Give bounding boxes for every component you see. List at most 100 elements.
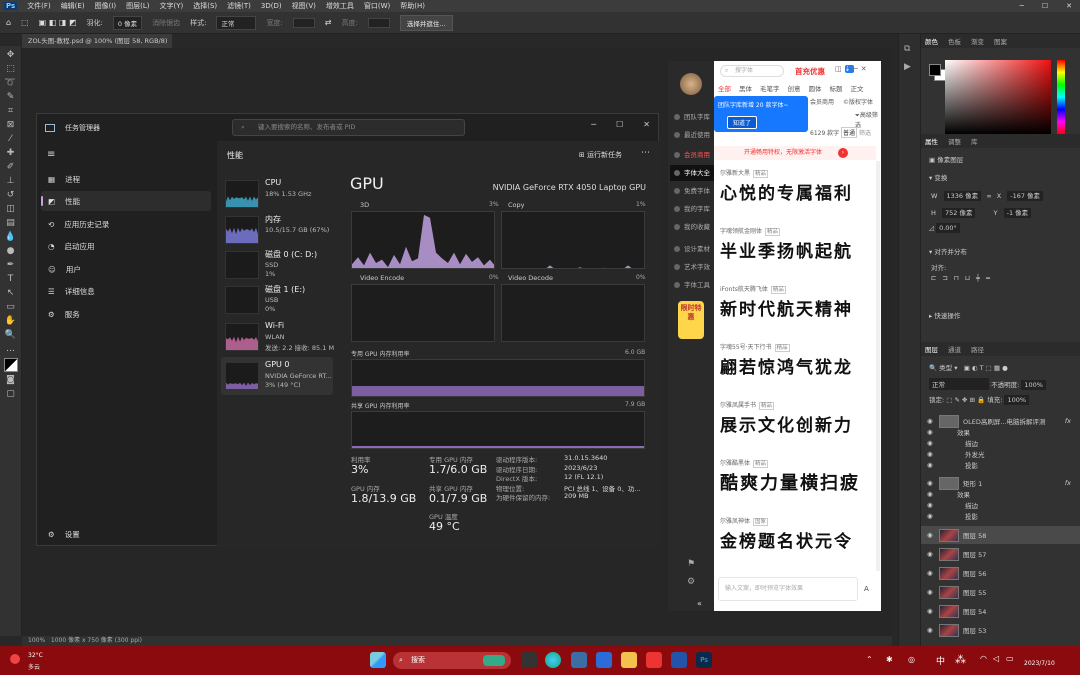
font-sample-preview[interactable]: 心悦的专属福利 (720, 179, 853, 204)
clock[interactable]: 2023/7/10 (1024, 654, 1055, 667)
path-select-tool-icon[interactable]: ↖ (7, 288, 15, 299)
font-nav-item[interactable]: 艺术字效 (670, 259, 714, 275)
quick-select-tool-icon[interactable]: ✎ (7, 92, 15, 103)
font-sample-preview[interactable]: 展示文化创新力 (720, 411, 853, 436)
resource-card[interactable]: GPU 0 NVIDIA GeForce RT... 3% (49 °C) (221, 357, 333, 395)
windows-start-icon[interactable] (370, 652, 386, 668)
tab-color[interactable]: 颜色 (925, 36, 938, 46)
layer-effect-row[interactable]: ◉ 效果 (921, 488, 1080, 499)
eyedropper-tool-icon[interactable]: ⁄ (10, 134, 12, 145)
menu-image[interactable]: 图像(I) (95, 1, 117, 11)
hamburger-icon[interactable]: ≡ (47, 149, 55, 160)
font-sample-label[interactable]: 字魂领航金刚体 精品 (720, 226, 781, 236)
wps-icon[interactable] (646, 652, 662, 668)
visibility-eye-icon[interactable]: ◉ (927, 490, 935, 498)
filter-advanced[interactable]: ⏷高级筛选 (855, 110, 881, 129)
nav-details[interactable]: ☰ 详细信息 (41, 281, 211, 301)
filter-copyright[interactable]: ©版权字体 (843, 97, 873, 106)
font-nav-item[interactable]: 最近使用 (670, 127, 714, 143)
menu-3d[interactable]: 3D(D) (261, 2, 282, 10)
visibility-eye-icon[interactable]: ◉ (927, 550, 935, 558)
font-sample-label[interactable]: 字魂55号·天下行书 精品 (720, 342, 790, 352)
tab-adjustments[interactable]: 调整 (948, 136, 961, 146)
layer-effect-row[interactable]: ◉ 描边 (921, 499, 1080, 510)
menu-filter[interactable]: 滤镜(T) (227, 1, 251, 11)
history-icon[interactable]: ⧉ (904, 44, 910, 54)
move-tool-icon[interactable]: ✥ (7, 50, 15, 61)
visibility-eye-icon[interactable]: ◉ (927, 512, 935, 520)
width-input[interactable] (292, 17, 315, 28)
font-nav-item[interactable]: 会员商用 (670, 147, 714, 163)
history-brush-icon[interactable]: ↺ (7, 190, 15, 201)
nav-users[interactable]: ☺ 用户 (41, 259, 211, 279)
sort-filter[interactable]: 筛选 (859, 128, 871, 137)
tab-patterns[interactable]: 图案 (994, 36, 1007, 46)
nav-services[interactable]: ⚙ 服务 (41, 304, 211, 324)
style-select[interactable]: 正常 (216, 15, 257, 30)
input-mode-icon[interactable]: ⁂ (955, 653, 966, 666)
close-icon[interactable]: ✕ (861, 65, 870, 73)
font-nav-item[interactable]: 我的收藏 (670, 219, 714, 235)
visibility-eye-icon[interactable]: ◉ (927, 607, 935, 615)
select-and-mask-button[interactable]: 选择并遮住... (399, 14, 453, 31)
layer-row[interactable]: ◉ 图层 55 (921, 583, 1080, 601)
fx-icon[interactable]: fx (1065, 479, 1071, 487)
menu-layer[interactable]: 图层(L) (126, 1, 149, 11)
font-sample-preview[interactable]: 金榜题名状元令 (720, 527, 853, 552)
layer-kind-filter[interactable]: 🔍 类型 ▾ ▣ ◐ T ⬚ ▦ ● (929, 362, 1008, 372)
more-options-icon[interactable]: ⋯ (641, 148, 650, 158)
font-sample-preview[interactable]: 新时代航天精神 (720, 295, 853, 320)
run-new-task-button[interactable]: ⊞ 运行新任务 (579, 150, 622, 160)
layer-effect-row[interactable]: ◉ 投影 (921, 459, 1080, 470)
ps-logo-icon[interactable]: Ps (4, 2, 18, 10)
layer-effect-row[interactable]: ◉ 描边 (921, 437, 1080, 448)
hand-tool-icon[interactable]: ✋ (5, 316, 16, 327)
layer-effect-row[interactable]: ◉ 效果 (921, 426, 1080, 437)
stamp-tool-icon[interactable]: ⊥ (7, 176, 15, 187)
font-nav-item[interactable]: 字体工具 (670, 277, 714, 293)
visibility-eye-icon[interactable]: ◉ (927, 417, 935, 425)
opacity-input[interactable]: 100% (1021, 380, 1046, 390)
font-nav-item[interactable]: 团队字库 (670, 109, 714, 125)
font-size-button[interactable]: A (864, 585, 869, 593)
screen-mode-icon[interactable]: ▢ (6, 389, 15, 400)
font-sample-label[interactable]: 尔雅凤神体 国象 (720, 516, 769, 526)
layer-row[interactable]: ◉ 图层 56 (921, 564, 1080, 582)
font-sample-label[interactable]: iFonts航天腾飞体 精品 (720, 284, 786, 294)
color-swatch-icon[interactable] (3, 358, 18, 372)
font-sample-label[interactable]: 尔雅凤属手书 精品 (720, 400, 775, 410)
filter-commercial[interactable]: 会员商用 (810, 97, 834, 106)
visibility-eye-icon[interactable]: ◉ (927, 501, 935, 509)
y-input[interactable]: -1 像素 (1003, 208, 1032, 218)
gradient-tool-icon[interactable]: ▤ (6, 218, 15, 229)
visibility-eye-icon[interactable]: ◉ (927, 531, 935, 539)
wifi-icon[interactable]: ◠ (980, 654, 987, 663)
menu-view[interactable]: 视图(V) (292, 1, 316, 11)
weather-widget[interactable]: 32°C 多云 (8, 650, 48, 672)
user-avatar[interactable] (680, 73, 702, 95)
edge-icon[interactable] (545, 652, 561, 668)
font-sample-label[interactable]: 尔雅新大黑 精品 (720, 168, 769, 178)
layer-row[interactable]: ◉ 图层 53 (921, 621, 1080, 639)
nav-app-history[interactable]: ⟲ 应用历史记录 (41, 214, 211, 234)
resource-card[interactable]: 内存 10.5/15.7 GB (67%) (221, 211, 333, 249)
visibility-eye-icon[interactable]: ◉ (927, 461, 935, 469)
fill-input[interactable]: 100% (1004, 395, 1030, 405)
tab-channels[interactable]: 通道 (948, 344, 961, 354)
minimize-icon[interactable]: ─ (854, 65, 861, 73)
align-buttons-icon[interactable]: ⊏⊐⊓⊔╪═ (931, 274, 996, 282)
font-nav-item[interactable]: 免费字体 (670, 183, 714, 199)
app-store-icon[interactable] (596, 652, 612, 668)
font-nav-item[interactable]: 字体大全 (670, 165, 714, 181)
swap-icon[interactable]: ⇄ (325, 18, 332, 27)
tray-bluetooth-icon[interactable]: ✱ (886, 655, 893, 664)
more-tools-icon[interactable]: … (6, 344, 15, 355)
shape-tool-icon[interactable]: ▭ (6, 302, 15, 313)
tab-properties[interactable]: 属性 (925, 136, 938, 146)
eraser-tool-icon[interactable]: ◫ (6, 204, 15, 215)
resource-card[interactable]: 磁盘 1 (E:) USB 0% (221, 281, 333, 319)
antialias-checkbox[interactable]: 消除锯齿 (152, 18, 180, 28)
menu-window[interactable]: 窗口(W) (364, 1, 390, 11)
home-icon[interactable]: ⌂ (6, 18, 11, 27)
w-input[interactable]: 1336 像素 (943, 191, 982, 201)
